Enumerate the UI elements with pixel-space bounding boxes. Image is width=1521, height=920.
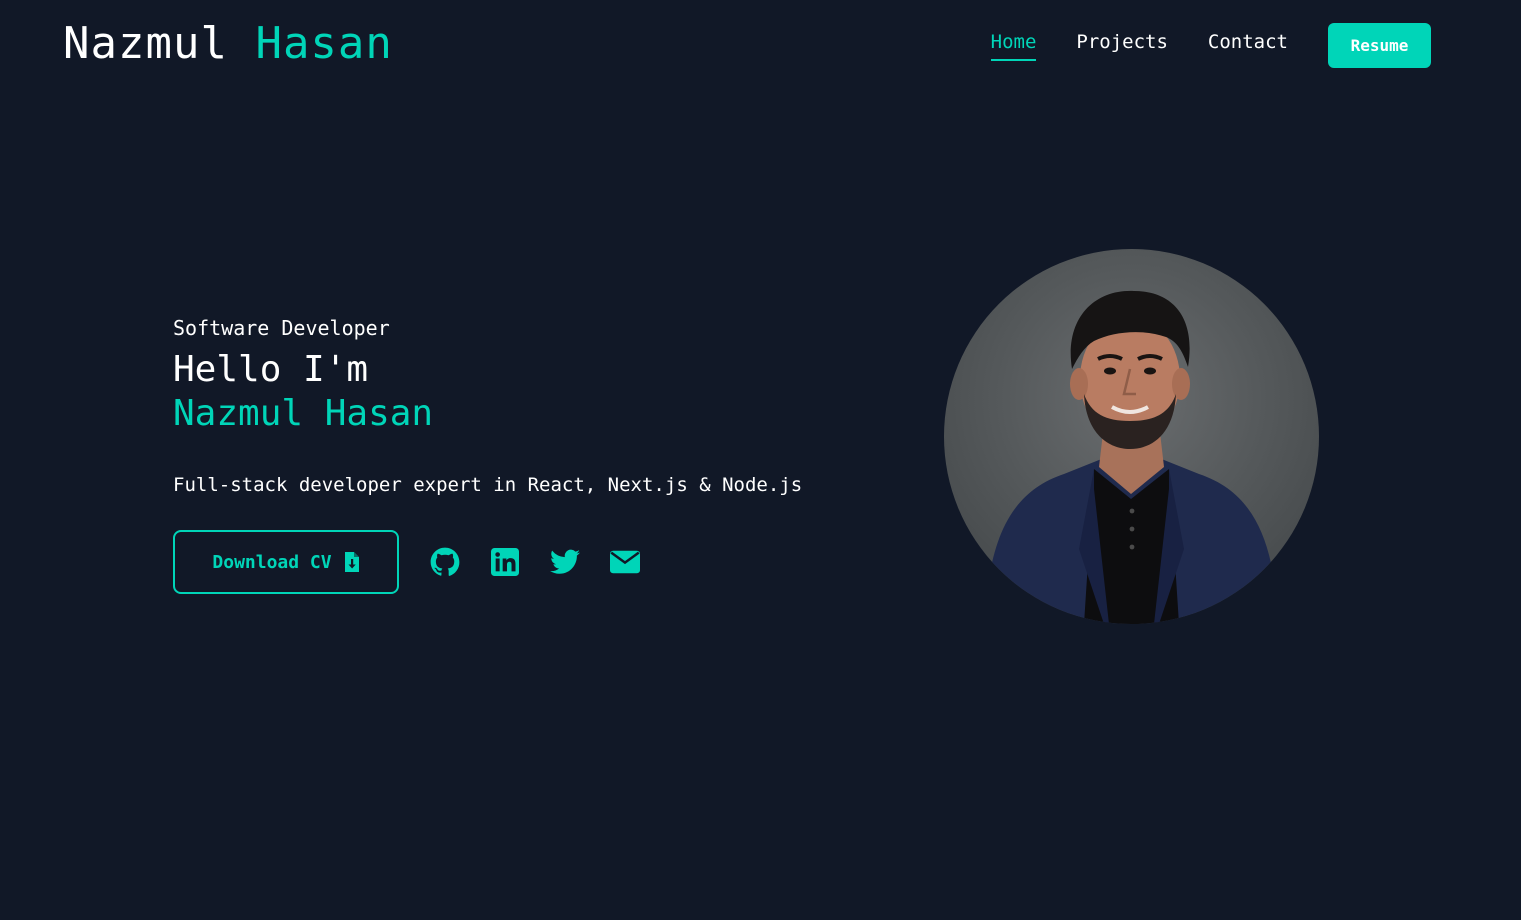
email-icon[interactable] [609,546,641,578]
hero-role: Software Developer [173,316,390,340]
nav-projects[interactable]: Projects [1076,29,1168,61]
nav-home[interactable]: Home [990,29,1037,61]
social-links [429,546,669,578]
hero-section: Software Developer Hello I'm Nazmul Hasa… [173,314,802,594]
github-icon[interactable] [429,546,461,578]
hero-name: Nazmul Hasan [173,393,434,434]
twitter-icon[interactable] [549,546,581,578]
resume-button[interactable]: Resume [1328,22,1431,68]
main-nav: Home Projects Contact Resume [990,22,1431,68]
site-logo[interactable]: Nazmul Hasan [63,18,393,70]
file-download-icon [344,552,359,572]
logo-last-name: Hasan [255,18,393,69]
linkedin-icon[interactable] [489,546,521,578]
download-cv-label: Download CV [212,551,332,573]
nav-contact[interactable]: Contact [1208,29,1288,61]
download-cv-button[interactable]: Download CV [173,530,399,594]
page: Nazmul Hasan Home Projects Contact Resum… [0,0,1521,920]
hero-tagline: Full-stack developer expert in React, Ne… [173,474,803,496]
profile-photo [944,249,1319,624]
hero-actions: Download CV [173,530,802,594]
logo-first-name: Nazmul [63,18,228,69]
hero-greeting: Hello I'm [173,349,369,390]
